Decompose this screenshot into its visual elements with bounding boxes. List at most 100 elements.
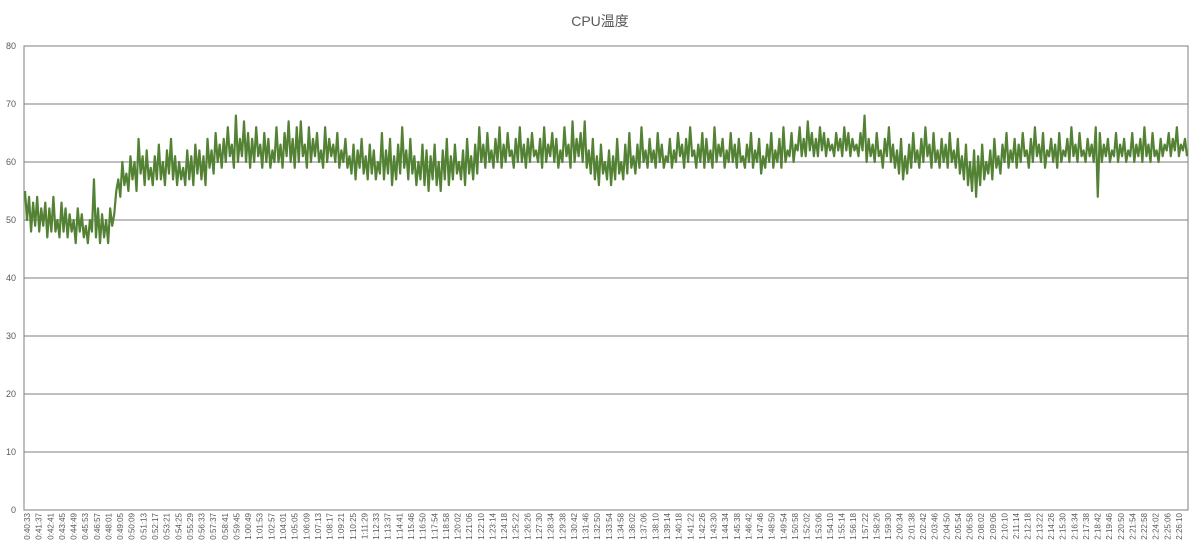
gridlines: [23, 45, 1189, 511]
x-tick-label: 1:16:50: [419, 512, 428, 539]
x-tick-label: 1:27:30: [535, 512, 544, 539]
x-tick-label: 2:26:10: [1175, 512, 1184, 539]
x-tick-label: 0:40:33: [23, 512, 32, 539]
x-tick-label: 1:44:34: [721, 512, 730, 539]
x-tick-label: 1:17:54: [430, 512, 439, 539]
x-tick-label: 1:25:22: [512, 512, 521, 539]
x-tick-label: 1:26:26: [523, 512, 532, 539]
x-tick-label: 0:56:33: [198, 512, 207, 539]
x-tick-label: 1:04:01: [279, 512, 288, 539]
y-axis-tick-labels: 0 10 20 30 40 50 60 70 80: [6, 41, 16, 515]
x-tick-label: 1:14:41: [395, 512, 404, 539]
x-tick-label: 1:58:26: [872, 512, 881, 539]
series-line-0: [23, 114, 1189, 245]
y-tick-label: 20: [6, 389, 16, 399]
x-tick-label: 1:41:22: [686, 512, 695, 539]
x-tick-label: 2:17:38: [1082, 512, 1091, 539]
x-tick-label: 1:45:38: [733, 512, 742, 539]
cpu-temperature-chart: 01020304050607080 0:40:33 0:41:37 0:42:41 0…: [6, 41, 1189, 540]
x-tick-label: 0:59:45: [232, 512, 241, 539]
y-tick-label: 60: [6, 157, 16, 167]
x-tick-label: 1:34:58: [616, 512, 625, 539]
x-tick-label: 1:37:06: [640, 512, 649, 539]
x-tick-label: 1:57:22: [861, 512, 870, 539]
x-tick-label: 2:00:34: [896, 512, 905, 539]
x-tick-label: 1:54:10: [826, 512, 835, 539]
x-tick-label: 0:41:37: [35, 512, 44, 539]
x-tick-label: 0:49:05: [116, 512, 125, 539]
x-tick-label: 1:18:58: [442, 512, 451, 539]
x-tick-label: 1:33:54: [605, 512, 614, 539]
y-tick-label: 40: [6, 273, 16, 283]
x-tick-label: 1:24:18: [500, 512, 509, 539]
x-tick-label: 0:45:53: [81, 512, 90, 539]
x-tick-label: 2:20:50: [1117, 512, 1126, 539]
x-tick-label: 1:56:18: [849, 512, 858, 539]
x-tick-label: 1:23:14: [488, 512, 497, 539]
x-tick-label: 1:05:05: [291, 512, 300, 539]
x-tick-label: 2:12:18: [1024, 512, 1033, 539]
x-tick-label: 1:32:50: [593, 512, 602, 539]
x-tick-label: 2:21:54: [1128, 512, 1137, 539]
x-tick-label: 0:53:21: [163, 512, 172, 539]
x-tick-label: 0:57:37: [209, 512, 218, 539]
x-tick-label: 2:13:22: [1035, 512, 1044, 539]
x-tick-label: 2:02:42: [919, 512, 928, 539]
x-tick-label: 0:51:13: [139, 512, 148, 539]
x-tick-label: 1:50:58: [791, 512, 800, 539]
x-tick-label: 1:21:06: [465, 512, 474, 539]
x-tick-label: 0:58:41: [221, 512, 230, 539]
x-axis-tick-labels: 0:40:33 0:41:37 0:42:41 0:43:45 0:44:49 0:45:…: [23, 512, 1184, 539]
x-tick-label: 1:31:46: [582, 512, 591, 539]
x-tick-label: 1:49:54: [779, 512, 788, 539]
x-tick-label: 1:55:14: [838, 512, 847, 539]
x-tick-label: 1:48:50: [768, 512, 777, 539]
x-tick-label: 2:09:06: [989, 512, 998, 539]
x-tick-label: 0:55:29: [186, 512, 195, 539]
x-tick-label: 1:09:21: [337, 512, 346, 539]
x-tick-label: 1:20:02: [454, 512, 463, 539]
x-tick-label: 1:43:30: [710, 512, 719, 539]
x-tick-label: 1:47:46: [756, 512, 765, 539]
x-tick-label: 0:54:25: [174, 512, 183, 539]
x-tick-label: 1:01:53: [256, 512, 265, 539]
x-tick-label: 1:11:29: [360, 512, 369, 539]
y-tick-label: 10: [6, 447, 16, 457]
x-tick-label: 2:22:58: [1140, 512, 1149, 539]
x-tick-label: 1:52:02: [803, 512, 812, 539]
x-tick-label: 2:05:54: [954, 512, 963, 539]
x-tick-label: 2:18:42: [1094, 512, 1103, 539]
x-tick-label: 2:25:06: [1163, 512, 1172, 539]
x-tick-label: 1:38:10: [651, 512, 660, 539]
x-tick-label: 2:03:46: [931, 512, 940, 539]
x-tick-label: 1:07:13: [314, 512, 323, 539]
x-tick-label: 1:00:49: [244, 512, 253, 539]
x-tick-label: 1:12:33: [372, 512, 381, 539]
x-tick-label: 1:28:34: [547, 512, 556, 539]
x-tick-label: 1:42:26: [698, 512, 707, 539]
x-tick-label: 2:14:26: [1047, 512, 1056, 539]
x-tick-label: 0:48:01: [104, 512, 113, 539]
x-tick-label: 2:01:38: [907, 512, 916, 539]
x-tick-label: 2:11:14: [1012, 512, 1021, 539]
x-tick-label: 0:44:49: [70, 512, 79, 539]
x-tick-label: 0:46:57: [93, 512, 102, 539]
x-tick-label: 1:40:18: [675, 512, 684, 539]
y-tick-label: 0: [11, 505, 16, 515]
x-tick-label: 1:29:38: [558, 512, 567, 539]
x-tick-label: 0:42:41: [46, 512, 55, 539]
x-tick-label: 1:59:30: [884, 512, 893, 539]
y-tick-label: 30: [6, 331, 16, 341]
y-tick-label: 70: [6, 99, 16, 109]
x-tick-label: 1:08:17: [326, 512, 335, 539]
y-tick-label: 50: [6, 215, 16, 225]
x-tick-label: 2:10:10: [1000, 512, 1009, 539]
x-tick-label: 0:52:17: [151, 512, 160, 539]
x-tick-label: 0:50:09: [128, 512, 137, 539]
x-tick-label: 2:06:58: [966, 512, 975, 539]
x-tick-label: 2:08:02: [977, 512, 986, 539]
x-tick-label: 1:30:42: [570, 512, 579, 539]
x-tick-label: 1:22:10: [477, 512, 486, 539]
x-tick-label: 1:13:37: [384, 512, 393, 539]
x-tick-label: 1:39:14: [663, 512, 672, 539]
